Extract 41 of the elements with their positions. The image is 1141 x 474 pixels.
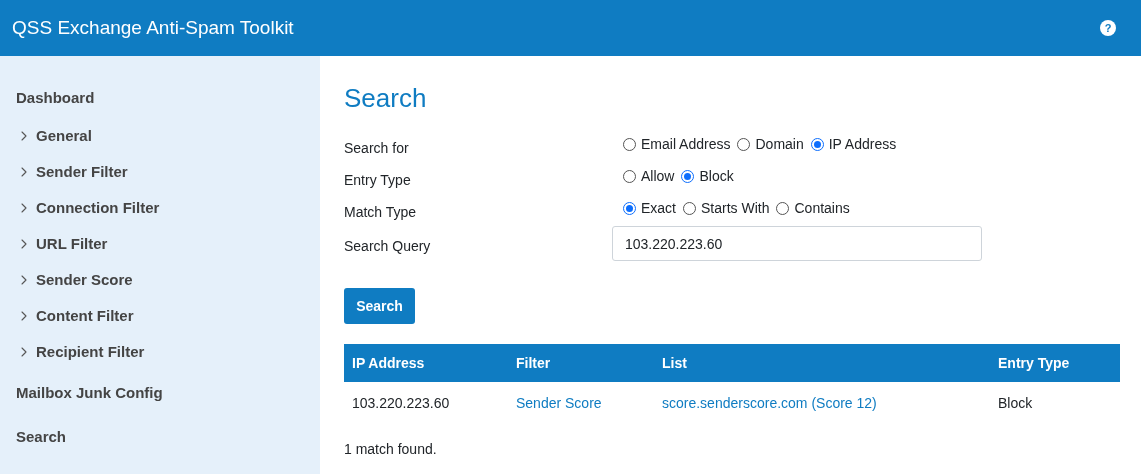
radio-option[interactable]: Allow	[623, 165, 675, 187]
search-button[interactable]: Search	[344, 288, 415, 324]
sidebar-item[interactable]: URL Filter	[16, 226, 304, 262]
table-link[interactable]: score.senderscore.com (Score 12)	[654, 382, 990, 424]
radio-option[interactable]: IP Address	[810, 133, 897, 155]
table-cell: Block	[990, 382, 1120, 424]
table-cell: 103.220.223.60	[344, 382, 508, 424]
results-count: 1 match found.	[344, 440, 438, 459]
column-header: List	[654, 344, 990, 382]
radio-option[interactable]: Email Address	[623, 133, 731, 155]
sidebar-item[interactable]: Recipient Filter	[16, 334, 304, 370]
sidebar-item[interactable]: Mailbox Junk Config	[16, 372, 304, 414]
radio-button[interactable]	[776, 201, 790, 215]
column-header: Filter	[508, 344, 654, 382]
column-header: IP Address	[344, 344, 508, 382]
column-header: Entry Type	[990, 344, 1120, 382]
radio-button[interactable]	[623, 169, 636, 183]
app-title: QSS Exchange Anti-Spam Toolkit	[12, 15, 294, 40]
sidebar-item[interactable]: Search	[16, 416, 304, 458]
search-query-field[interactable]: 103.220.223.60	[612, 226, 982, 261]
sidebar-item[interactable]: Dashboard	[16, 80, 304, 116]
field-label: Entry Type	[344, 170, 412, 190]
radio-button[interactable]	[623, 137, 636, 151]
table-link[interactable]: Sender Score	[508, 382, 654, 424]
radio-option[interactable]: Exact	[623, 197, 676, 219]
radio-option[interactable]: Starts With	[683, 197, 770, 219]
sidebar-item[interactable]: General	[16, 118, 304, 154]
page-title: Search	[344, 82, 428, 114]
radio-button[interactable]	[683, 201, 696, 215]
radio-button[interactable]	[737, 137, 751, 151]
help-icon[interactable]: ?	[1100, 20, 1116, 36]
field-label: Match Type	[344, 202, 418, 222]
sidebar-item[interactable]: Sender Filter	[16, 154, 304, 190]
field-label: Search Query	[344, 237, 432, 256]
sidebar-item[interactable]: Content Filter	[16, 298, 304, 334]
radio-option[interactable]: Block	[681, 165, 734, 187]
radio-option[interactable]: Contains	[776, 197, 850, 219]
sidebar-item[interactable]: Connection Filter	[16, 190, 304, 226]
field-label: Search for	[344, 138, 410, 158]
radio-option[interactable]: Domain	[737, 133, 804, 155]
sidebar-item[interactable]: Sender Score	[16, 262, 304, 298]
